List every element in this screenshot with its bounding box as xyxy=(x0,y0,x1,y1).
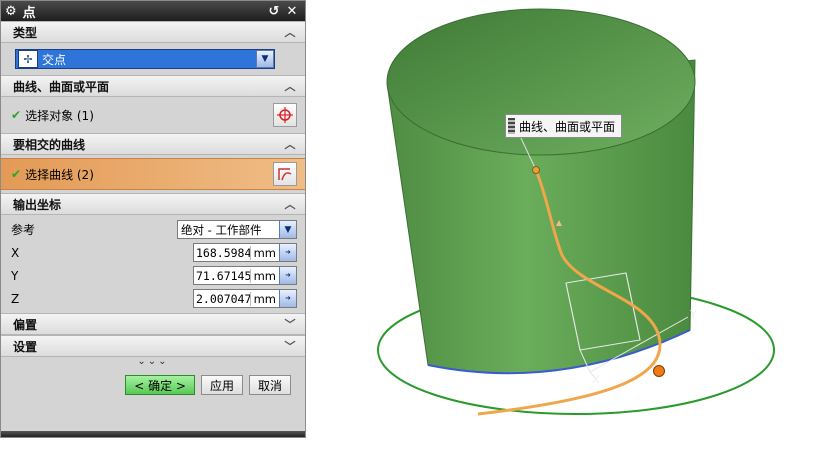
curve-select-button[interactable] xyxy=(273,162,297,186)
expand-more-icon[interactable]: ⌄⌄⌄ xyxy=(1,357,305,369)
chevron-up-icon[interactable]: ︿ xyxy=(283,78,297,94)
chevron-down-icon[interactable]: ﹀ xyxy=(283,316,297,332)
apply-button[interactable]: 应用 xyxy=(200,375,243,395)
y-label: Y xyxy=(11,268,19,283)
grip-icon xyxy=(508,118,515,134)
chevron-down-icon[interactable]: ▼ xyxy=(279,221,296,238)
reference-dropdown[interactable]: 绝对 - 工作部件 ▼ xyxy=(177,220,297,239)
gear-icon[interactable]: ⚙ xyxy=(5,4,17,19)
chevron-up-icon[interactable]: ︿ xyxy=(283,196,297,212)
point-dialog: ⚙ 点 ↺ ✕ 类型 ︿ ✢ 交点 ▼ 曲线、曲面或平面 ︿ ✔ 选择对象 (1… xyxy=(0,0,306,438)
crosshair-icon xyxy=(277,107,293,123)
y-field[interactable]: 71.67145 mm ➜ xyxy=(193,266,297,285)
close-icon[interactable]: ✕ xyxy=(283,3,301,19)
type-dropdown[interactable]: ✢ 交点 ▼ xyxy=(15,49,275,69)
select-object-label[interactable]: 选择对象 (1) xyxy=(25,107,273,124)
dialog-bottom-bar xyxy=(1,431,305,437)
reset-icon[interactable]: ↺ xyxy=(265,3,283,19)
selection-tooltip: 曲线、曲面或平面 xyxy=(505,114,623,138)
chevron-down-icon[interactable]: ﹀ xyxy=(283,338,297,354)
z-label: Z xyxy=(11,291,20,306)
axis-x-label: X xyxy=(592,373,600,386)
x-field[interactable]: 168.5984 mm ➜ xyxy=(193,243,297,262)
arrow-down-icon[interactable]: ➜ xyxy=(279,290,296,307)
dialog-title: 点 xyxy=(22,5,36,21)
section-offset-header[interactable]: 偏置 ﹀ xyxy=(1,313,305,335)
dialog-buttons: < 确定 > 应用 取消 xyxy=(1,369,305,395)
cancel-button[interactable]: 取消 xyxy=(248,375,291,395)
chevron-up-icon[interactable]: ︿ xyxy=(283,24,297,40)
section-output-header[interactable]: 输出坐标 ︿ xyxy=(1,193,305,215)
section-curve-body: ✔ 选择曲线 (2) xyxy=(1,155,305,193)
ok-button[interactable]: < 确定 > xyxy=(125,375,195,395)
reference-label: 参考 xyxy=(11,223,36,237)
dialog-titlebar: ⚙ 点 ↺ ✕ xyxy=(1,1,305,21)
surface-point[interactable] xyxy=(532,166,540,174)
section-surface-body: ✔ 选择对象 (1) xyxy=(1,97,305,133)
check-icon: ✔ xyxy=(11,108,22,122)
section-type-header[interactable]: 类型 ︿ xyxy=(1,21,305,43)
arrow-down-icon[interactable]: ➜ xyxy=(279,244,296,261)
check-icon: ✔ xyxy=(11,167,22,181)
section-settings-header[interactable]: 设置 ﹀ xyxy=(1,335,305,357)
section-type-body: ✢ 交点 ▼ xyxy=(1,43,305,75)
curve-select-icon xyxy=(278,168,292,181)
section-curve-header[interactable]: 要相交的曲线 ︿ xyxy=(1,133,305,155)
section-surface-header[interactable]: 曲线、曲面或平面 ︿ xyxy=(1,75,305,97)
model-scene[interactable]: Y X xyxy=(306,0,808,444)
intersection-point[interactable] xyxy=(653,365,665,377)
intersection-point-icon: ✢ xyxy=(18,50,38,68)
select-curve-row[interactable]: ✔ 选择曲线 (2) xyxy=(1,158,305,190)
graphics-viewport[interactable]: Y X xyxy=(306,0,808,444)
z-field[interactable]: 2.007047 mm ➜ xyxy=(193,289,297,308)
select-curve-label: 选择曲线 (2) xyxy=(25,167,94,182)
axis-y-label: Y xyxy=(689,308,697,321)
arrow-down-icon[interactable]: ➜ xyxy=(279,267,296,284)
section-output-body: 参考 绝对 - 工作部件 ▼ X 168.5984 mm ➜ Y 71.6714… xyxy=(1,215,305,313)
chevron-down-icon[interactable]: ▼ xyxy=(256,50,274,68)
chevron-up-icon[interactable]: ︿ xyxy=(283,136,297,152)
point-constructor-button[interactable] xyxy=(273,103,297,127)
x-label: X xyxy=(11,245,20,260)
